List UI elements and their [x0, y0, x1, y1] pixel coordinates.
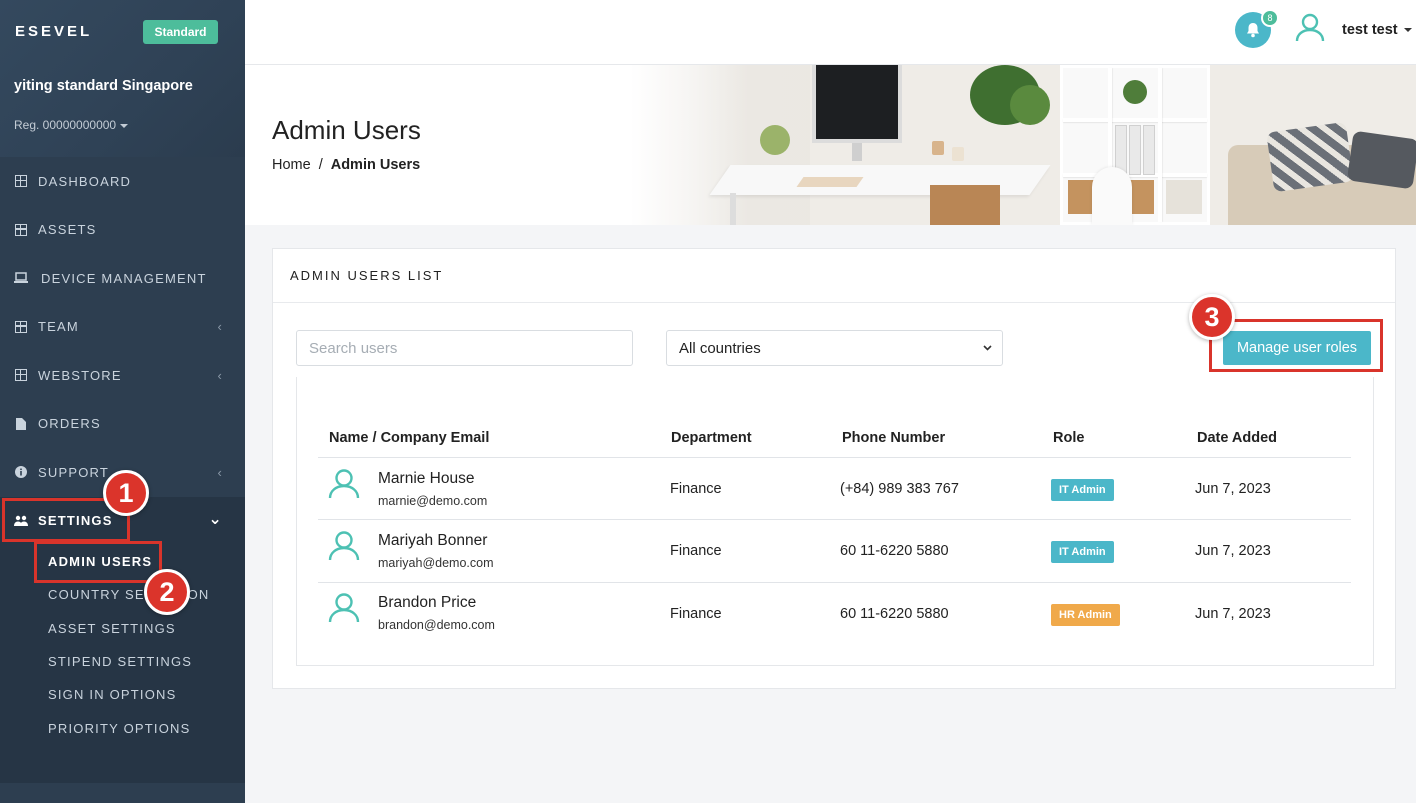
- info-icon: [14, 465, 28, 479]
- submenu-spacer: [0, 744, 245, 783]
- submenu-item-asset-settings[interactable]: ASSET SETTINGS: [0, 612, 245, 645]
- user-name[interactable]: Brandon Price: [378, 594, 476, 612]
- submenu-item-stipend-settings[interactable]: STIPEND SETTINGS: [0, 645, 245, 678]
- bell-icon: [1247, 23, 1259, 38]
- user-name[interactable]: Marnie House: [378, 470, 475, 488]
- row-divider: [318, 519, 1351, 520]
- sidebar-header: ESEVEL Standard yiting standard Singapor…: [0, 0, 245, 157]
- sidebar-item-assets[interactable]: ASSETS: [0, 206, 245, 255]
- annotation-box-manage-roles: [1209, 319, 1383, 372]
- user-avatar-icon: [328, 531, 360, 561]
- sidebar-item-device-management[interactable]: DEVICE MANAGEMENT: [0, 254, 245, 303]
- column-header-phone[interactable]: Phone Number: [842, 430, 945, 446]
- row-divider: [318, 582, 1351, 583]
- caret-down-icon: [120, 123, 129, 128]
- breadcrumb-home[interactable]: Home: [272, 157, 311, 173]
- user-department: Finance: [670, 606, 722, 622]
- top-bar: 8 test test: [245, 0, 1416, 65]
- sidebar-item-label: DEVICE MANAGEMENT: [41, 270, 207, 286]
- sidebar-item-label: DASHBOARD: [38, 173, 132, 189]
- chevron-left-icon: ‹: [217, 319, 223, 335]
- chevron-left-icon: ‹: [217, 464, 223, 480]
- user-department: Finance: [670, 481, 722, 497]
- user-email: marnie@demo.com: [378, 494, 488, 508]
- column-header-date-added[interactable]: Date Added: [1197, 430, 1277, 446]
- organization-name: yiting standard Singapore: [14, 78, 193, 94]
- brand-logo[interactable]: ESEVEL: [15, 23, 92, 40]
- role-badge: HR Admin: [1051, 604, 1120, 626]
- sidebar-item-label: ORDERS: [38, 416, 101, 432]
- submenu-item-priority-options[interactable]: PRIORITY OPTIONS: [0, 711, 245, 744]
- user-phone: 60 11-6220 5880: [840, 543, 949, 559]
- sidebar-item-label: TEAM: [38, 319, 79, 335]
- user-menu[interactable]: test test: [1342, 22, 1412, 38]
- grid-icon: [14, 320, 28, 334]
- sidebar-item-webstore[interactable]: WEBSTORE ‹: [0, 351, 245, 400]
- sidebar-item-orders[interactable]: ORDERS: [0, 400, 245, 449]
- user-date-added: Jun 7, 2023: [1195, 606, 1271, 622]
- annotation-box-admin-users: [34, 541, 162, 583]
- user-name: test test: [1342, 22, 1398, 38]
- country-select-value: All countries: [679, 339, 761, 357]
- grid-icon: [14, 174, 28, 188]
- country-select[interactable]: All countries: [666, 330, 1003, 366]
- annotation-step-1: 1: [103, 470, 149, 516]
- header-divider: [318, 457, 1351, 458]
- grid-icon: [14, 223, 28, 237]
- user-avatar-icon: [328, 593, 360, 623]
- user-department: Finance: [670, 543, 722, 559]
- laptop-icon: [14, 271, 28, 285]
- user-phone: 60 11-6220 5880: [840, 606, 949, 622]
- page-title: Admin Users: [272, 115, 421, 145]
- submenu-item-country-selection[interactable]: COUNTRY SELECTION: [0, 578, 245, 611]
- caret-down-icon: [1403, 28, 1412, 33]
- sidebar-item-dashboard[interactable]: DASHBOARD: [0, 157, 245, 206]
- role-badge: IT Admin: [1051, 541, 1114, 563]
- breadcrumb-current: Admin Users: [330, 157, 421, 173]
- user-date-added: Jun 7, 2023: [1195, 481, 1271, 497]
- organization-reg: Reg. 00000000000: [14, 118, 117, 132]
- sidebar-item-label: ASSETS: [38, 222, 97, 238]
- user-email: brandon@demo.com: [378, 618, 495, 632]
- grid-icon: [14, 368, 28, 382]
- breadcrumb-separator: /: [318, 157, 323, 173]
- annotation-step-2: 2: [144, 569, 190, 615]
- user-email: mariyah@demo.com: [378, 556, 494, 570]
- file-icon: [14, 417, 28, 431]
- chevron-down-icon: ⌄: [208, 510, 223, 528]
- sidebar-item-team[interactable]: TEAM ‹: [0, 303, 245, 352]
- user-date-added: Jun 7, 2023: [1195, 543, 1271, 559]
- search-input[interactable]: [296, 330, 633, 366]
- chevron-down-icon: [983, 343, 992, 354]
- role-badge: IT Admin: [1051, 479, 1114, 501]
- page-banner: Admin Users Home / Admin Users: [245, 65, 1416, 225]
- column-header-name[interactable]: Name / Company Email: [329, 430, 489, 446]
- breadcrumb: Home / Admin Users: [272, 157, 420, 173]
- submenu-item-sign-in-options[interactable]: SIGN IN OPTIONS: [0, 678, 245, 711]
- card-title: ADMIN USERS LIST: [273, 249, 1395, 303]
- user-avatar-icon: [328, 469, 360, 499]
- plan-badge: Standard: [143, 20, 218, 44]
- column-header-department[interactable]: Department: [671, 430, 752, 446]
- annotation-step-3: 3: [1189, 294, 1235, 340]
- user-avatar-icon[interactable]: [1295, 12, 1325, 42]
- organization-selector[interactable]: Reg. 00000000000: [14, 118, 129, 132]
- notification-count-badge: 8: [1261, 9, 1279, 27]
- column-header-role[interactable]: Role: [1053, 430, 1084, 446]
- sidebar-item-label: SUPPORT: [38, 464, 110, 480]
- user-name[interactable]: Mariyah Bonner: [378, 532, 487, 550]
- sidebar-item-label: WEBSTORE: [38, 367, 122, 383]
- user-phone: (+84) 989 383 767: [840, 481, 959, 497]
- banner-office-image: [630, 65, 1416, 225]
- sidebar: ESEVEL Standard yiting standard Singapor…: [0, 0, 245, 803]
- chevron-left-icon: ‹: [217, 367, 223, 383]
